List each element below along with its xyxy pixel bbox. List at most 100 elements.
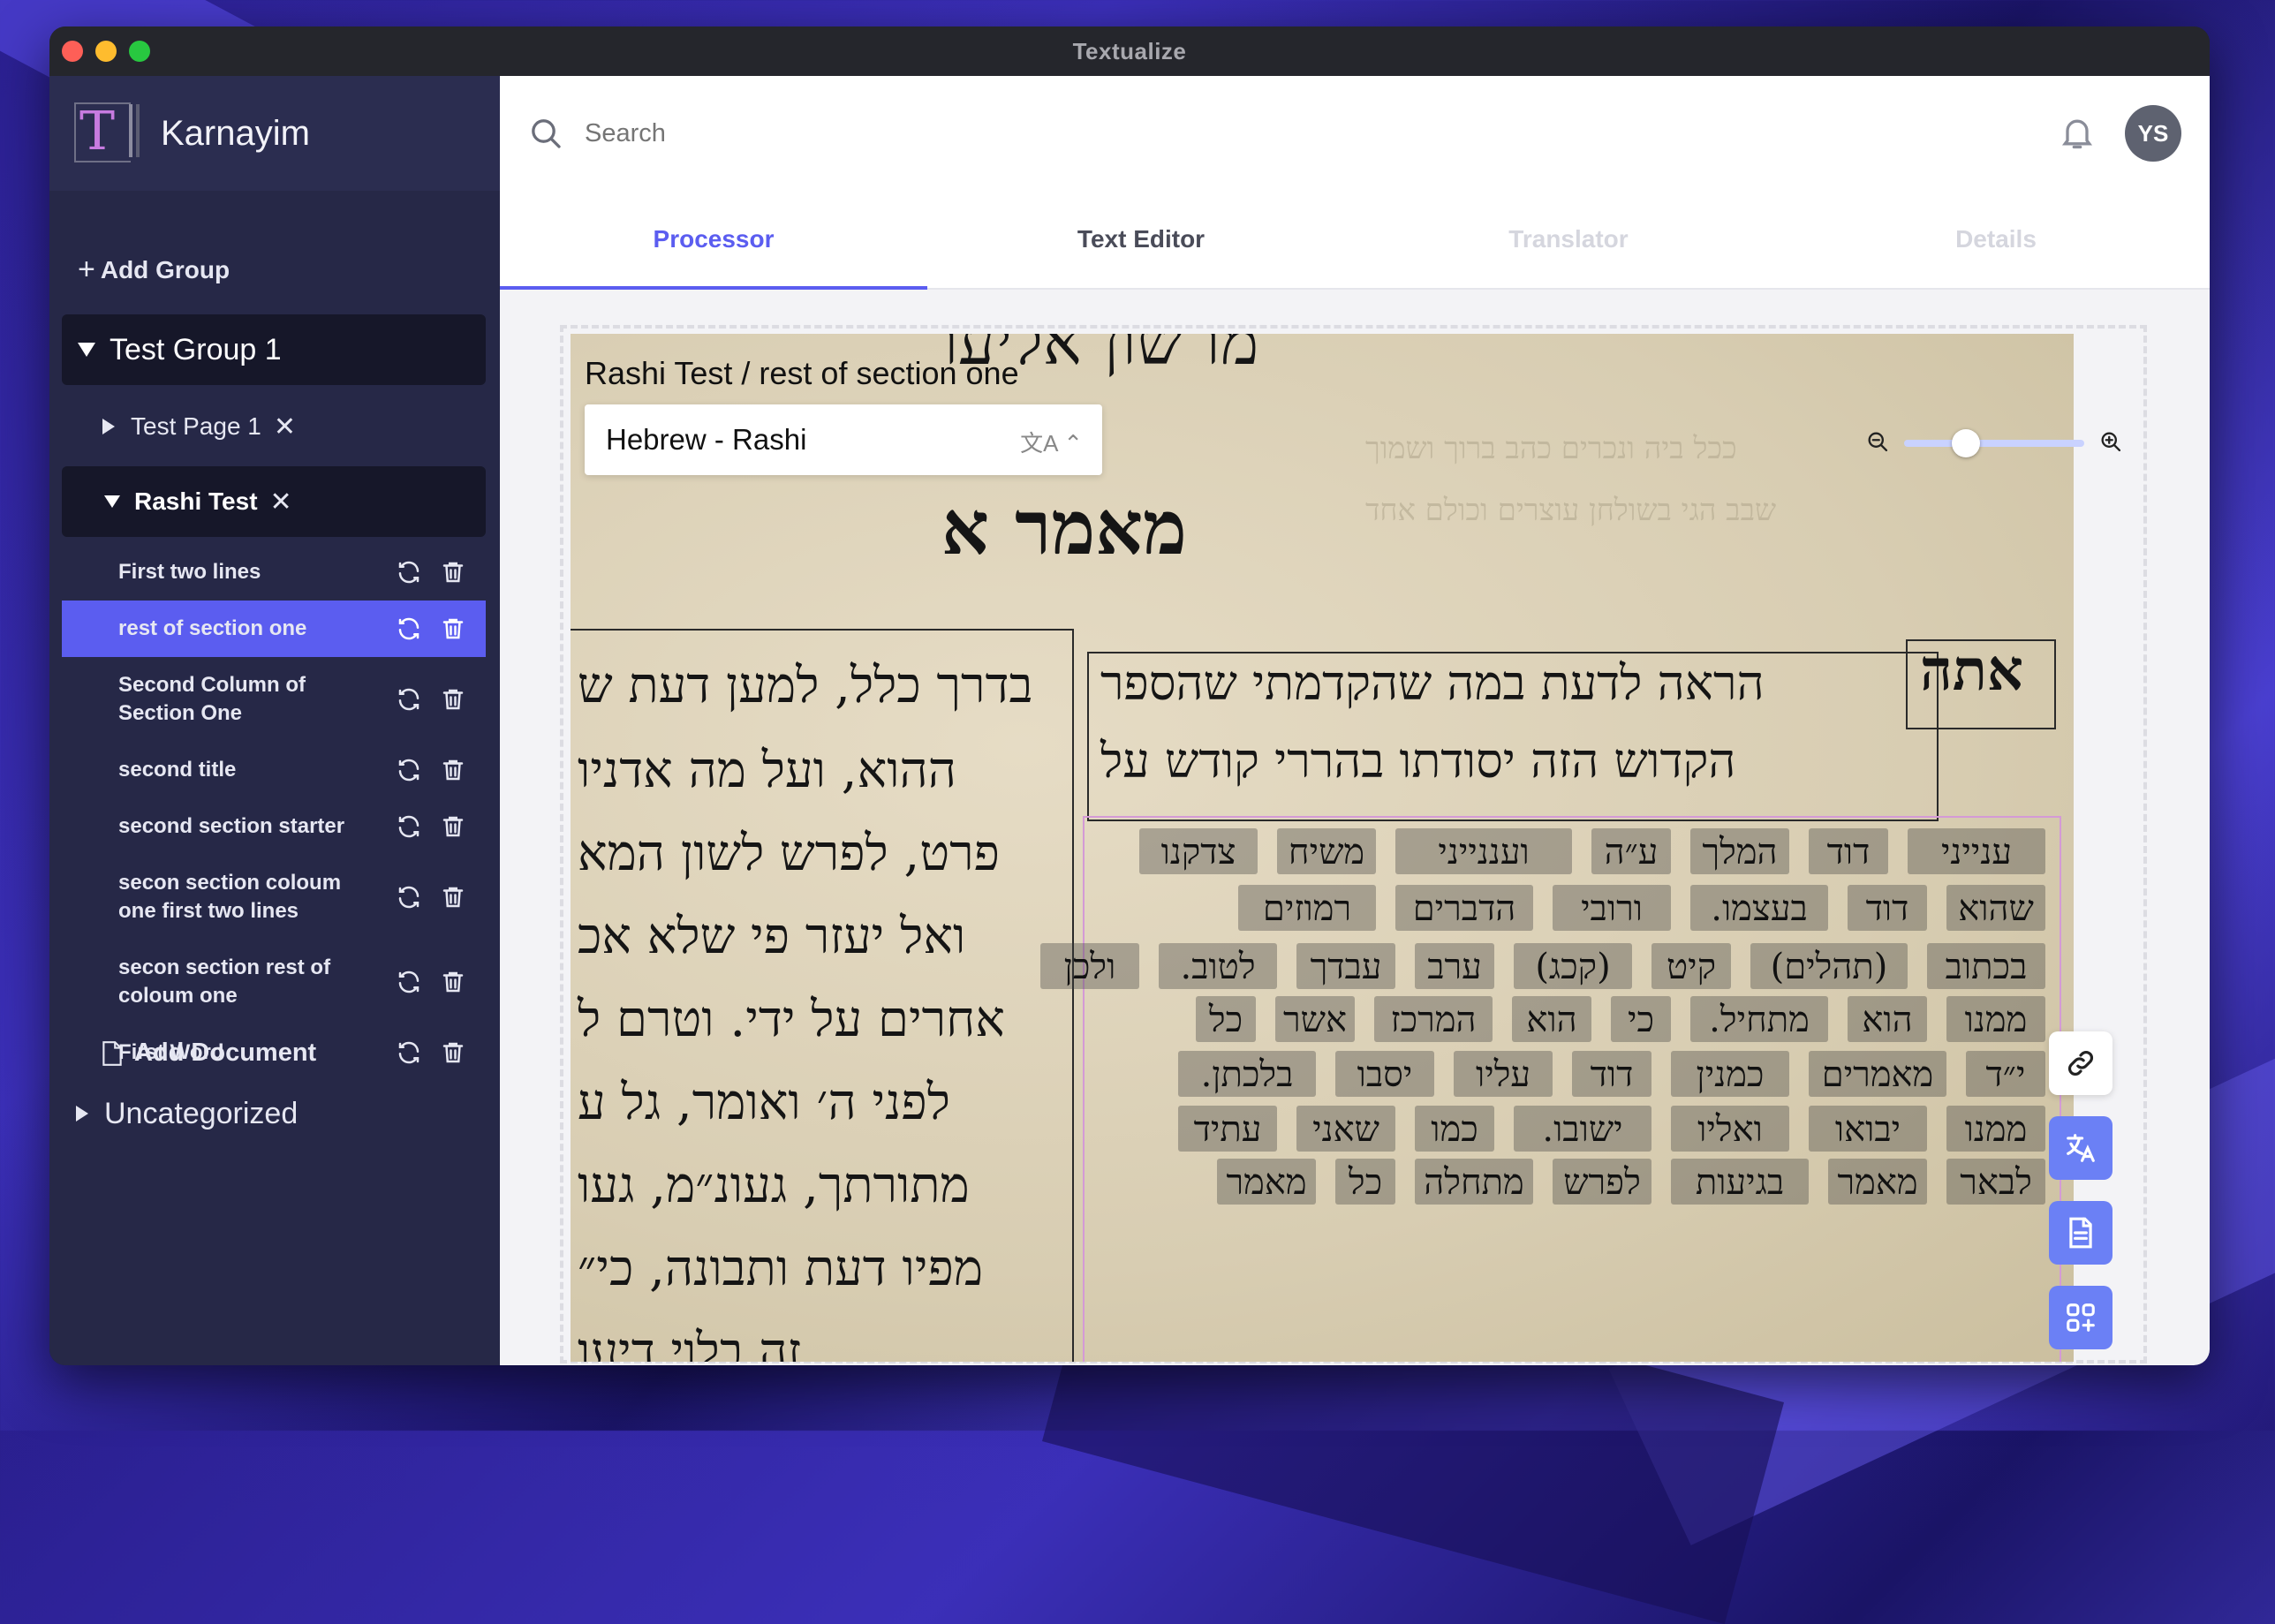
avatar[interactable]: YS — [2125, 105, 2181, 162]
close-window-button[interactable] — [62, 41, 83, 62]
remove-page-icon[interactable]: ✕ — [274, 412, 296, 442]
zoom-slider-track[interactable] — [1904, 440, 2084, 447]
trash-icon[interactable] — [440, 559, 466, 585]
recognized-word[interactable]: יבואו — [1809, 1106, 1927, 1152]
minimize-window-button[interactable] — [95, 41, 117, 62]
recognized-word[interactable]: ואליו — [1671, 1106, 1789, 1152]
recognized-word[interactable]: מתחיל. — [1690, 996, 1828, 1042]
scanned-page-image[interactable]: מו שון אליעו ככל ביה ונכרים כהב ברוך ושמ… — [571, 334, 2074, 1362]
widgets-button[interactable] — [2049, 1286, 2112, 1349]
trash-icon[interactable] — [440, 813, 466, 840]
recognized-word[interactable]: בגיעות — [1671, 1159, 1809, 1205]
document-item[interactable]: second section starter — [62, 798, 486, 855]
group-item-uncategorized[interactable]: Uncategorized — [76, 1083, 298, 1144]
recognized-word[interactable]: עבדך — [1296, 943, 1395, 989]
recognized-word[interactable]: בכתוב — [1927, 943, 2045, 989]
recognized-word[interactable]: ולכן — [1040, 943, 1139, 989]
recognized-word[interactable]: ממנו — [1946, 996, 2045, 1042]
recognized-word[interactable]: ע״ה — [1591, 828, 1671, 874]
search-input[interactable] — [583, 117, 1116, 149]
recognized-word[interactable]: מאמר — [1217, 1159, 1316, 1205]
recognized-word[interactable]: כל — [1196, 996, 1256, 1042]
recognized-word[interactable]: כמו — [1415, 1106, 1494, 1152]
language-select[interactable]: Hebrew - Rashi 文A ⌃ — [585, 404, 1102, 475]
recognized-word[interactable]: ישובו. — [1514, 1106, 1651, 1152]
recognized-word[interactable]: בעצמו. — [1690, 885, 1828, 931]
recognized-word[interactable]: שהוא — [1946, 885, 2045, 931]
remove-page-icon[interactable]: ✕ — [270, 487, 292, 517]
recognized-word[interactable]: מאמר — [1828, 1159, 1927, 1205]
recognized-word[interactable]: דוד — [1809, 828, 1888, 874]
bell-icon[interactable] — [2058, 113, 2097, 152]
reprocess-icon[interactable] — [396, 1039, 422, 1066]
recognized-word[interactable]: בלכתן. — [1178, 1051, 1316, 1097]
recognized-word[interactable]: כל — [1335, 1159, 1395, 1205]
reprocess-icon[interactable] — [396, 757, 422, 783]
document-item[interactable]: second title — [62, 742, 486, 798]
recognized-word[interactable]: הדברים — [1395, 885, 1533, 931]
document-item-active[interactable]: rest of section one — [62, 601, 486, 657]
translate-button[interactable] — [2049, 1116, 2112, 1180]
reprocess-icon[interactable] — [396, 969, 422, 995]
recognized-word[interactable]: דוד — [1848, 885, 1927, 931]
recognized-word[interactable]: לפרש — [1553, 1159, 1651, 1205]
reprocess-icon[interactable] — [396, 559, 422, 585]
reprocess-icon[interactable] — [396, 686, 422, 713]
zoom-window-button[interactable] — [129, 41, 150, 62]
translate-icon — [2067, 1134, 2095, 1162]
recognized-word[interactable]: משיח — [1277, 828, 1376, 874]
recognized-word[interactable]: י״ד — [1966, 1051, 2045, 1097]
trash-icon[interactable] — [440, 969, 466, 995]
link-button[interactable] — [2049, 1031, 2112, 1095]
recognized-word[interactable]: לטוב. — [1159, 943, 1277, 989]
document-item[interactable]: secon section coloum one first two lines — [62, 855, 486, 940]
recognized-word[interactable]: הוא — [1512, 996, 1591, 1042]
recognized-word[interactable]: כמנין — [1671, 1051, 1789, 1097]
document-item[interactable]: Second Column of Section One — [62, 657, 486, 742]
recognized-word[interactable]: יסבו — [1335, 1051, 1434, 1097]
trash-icon[interactable] — [440, 1039, 466, 1066]
recognized-word[interactable]: (קכג) — [1514, 943, 1632, 989]
recognized-word[interactable]: (תהלים) — [1750, 943, 1908, 989]
recognized-word[interactable]: הוא — [1848, 996, 1927, 1042]
trash-icon[interactable] — [440, 686, 466, 713]
recognized-word[interactable]: צדקנו — [1139, 828, 1258, 874]
zoom-slider-handle[interactable] — [1952, 429, 1980, 457]
trash-icon[interactable] — [440, 757, 466, 783]
recognized-word[interactable]: שאני — [1296, 1106, 1395, 1152]
reprocess-icon[interactable] — [396, 616, 422, 642]
page-item-test-page-1[interactable]: Test Page 1 ✕ — [102, 396, 296, 457]
trash-icon[interactable] — [440, 616, 466, 642]
zoom-out-icon[interactable] — [1865, 429, 1890, 454]
page-item-rashi-test[interactable]: Rashi Test ✕ — [62, 466, 486, 537]
document-item[interactable]: secon section rest of coloum one — [62, 940, 486, 1024]
tab-processor[interactable]: Processor — [500, 191, 927, 290]
recognized-word[interactable]: רמוזים — [1238, 885, 1376, 931]
add-group-button[interactable]: + Add Group — [78, 253, 230, 287]
document-item[interactable]: First two lines — [62, 544, 486, 601]
recognized-word[interactable]: מאמרים — [1809, 1051, 1946, 1097]
recognized-word[interactable]: ערב — [1415, 943, 1494, 989]
recognized-word[interactable]: ענייני — [1908, 828, 2045, 874]
recognized-word[interactable]: ורובי — [1553, 885, 1671, 931]
recognized-word[interactable]: המרכז — [1374, 996, 1493, 1042]
reprocess-icon[interactable] — [396, 884, 422, 910]
recognized-word[interactable]: לבאר — [1946, 1159, 2045, 1205]
reprocess-icon[interactable] — [396, 813, 422, 840]
recognized-word[interactable]: המלך — [1690, 828, 1789, 874]
trash-icon[interactable] — [440, 884, 466, 910]
document-button[interactable] — [2049, 1201, 2112, 1265]
recognized-word[interactable]: ממנו — [1946, 1106, 2045, 1152]
recognized-word[interactable]: כי — [1611, 996, 1671, 1042]
recognized-word[interactable]: עתיד — [1178, 1106, 1277, 1152]
recognized-word[interactable]: מתחלה — [1415, 1159, 1533, 1205]
recognized-word[interactable]: דוד — [1572, 1051, 1651, 1097]
recognized-word[interactable]: קיט — [1651, 943, 1731, 989]
recognized-word[interactable]: עליו — [1454, 1051, 1553, 1097]
add-document-button[interactable]: Add Document — [101, 1039, 316, 1068]
recognized-word[interactable]: ועננייני — [1395, 828, 1572, 874]
zoom-in-icon[interactable] — [2098, 429, 2123, 454]
group-item-test-group-1[interactable]: Test Group 1 — [62, 314, 486, 385]
recognized-word[interactable]: אשר — [1275, 996, 1355, 1042]
tab-text-editor[interactable]: Text Editor — [927, 191, 1355, 288]
